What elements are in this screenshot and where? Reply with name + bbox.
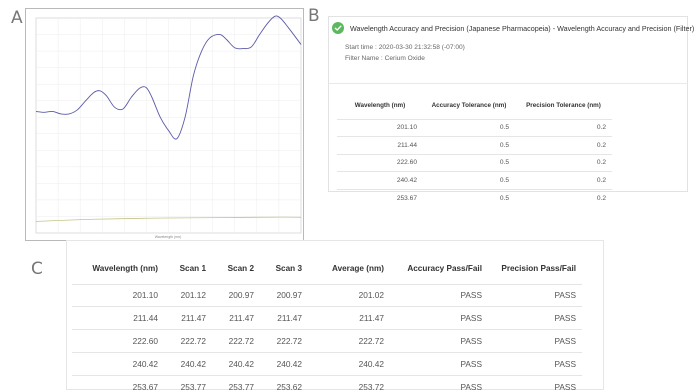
table-cell: PASS	[488, 283, 582, 307]
table-cell: 211.47	[212, 306, 260, 330]
x-axis-label: Wavelength (nm)	[155, 235, 182, 239]
table-row: 240.42 0.5 0.2	[337, 171, 612, 189]
panel-label-a: A	[11, 8, 23, 28]
table-row: 201.10 0.5 0.2	[337, 118, 612, 137]
table-cell: 201.10	[337, 118, 423, 137]
table-row: 240.42 240.42 240.42 240.42 240.42 PASS …	[72, 351, 582, 376]
check-circle-icon	[332, 22, 344, 34]
column-header: Precision Pass/Fail	[501, 263, 576, 273]
tolerance-table: Wavelength (nm) Accuracy Tolerance (nm) …	[337, 93, 612, 207]
table-cell: 211.47	[260, 306, 308, 330]
table-cell: 240.42	[308, 351, 390, 376]
table-cell: 0.2	[515, 136, 612, 154]
panel-label-b: B	[308, 6, 320, 26]
table-header-row: Wavelength (nm) Accuracy Tolerance (nm) …	[337, 93, 612, 119]
table-cell: 211.47	[308, 306, 390, 330]
table-cell: 222.72	[260, 329, 308, 353]
column-header: Wavelength (nm)	[354, 102, 406, 110]
table-cell: PASS	[488, 306, 582, 330]
table-cell: 0.2	[515, 188, 612, 207]
table-cell: PASS	[390, 283, 488, 307]
table-cell: 211.44	[72, 306, 164, 330]
table-cell: 0.5	[423, 136, 515, 154]
table-cell: 240.42	[164, 351, 212, 376]
table-row: 253.67 253.77 253.77 253.62 253.72 PASS …	[72, 374, 582, 392]
table-cell: PASS	[390, 374, 488, 392]
table-cell: 222.72	[212, 329, 260, 353]
table-cell: 222.60	[337, 153, 423, 172]
column-header: Wavelength (nm)	[92, 263, 158, 273]
panel-label-c: C	[31, 259, 43, 279]
table-header-row: Wavelength (nm) Scan 1 Scan 2 Scan 3 Ave…	[72, 253, 582, 284]
table-cell: 240.42	[72, 351, 164, 376]
column-header: Accuracy Pass/Fail	[407, 263, 482, 273]
spectrum-chart-panel: Wavelength (nm)	[25, 8, 304, 241]
column-header: Accuracy Tolerance (nm)	[431, 102, 507, 110]
table-cell: 200.97	[212, 283, 260, 307]
table-cell: 211.47	[164, 306, 212, 330]
column-header: Scan 1	[179, 263, 206, 273]
table-cell: PASS	[488, 329, 582, 353]
table-cell: PASS	[390, 329, 488, 353]
table-cell: 240.42	[212, 351, 260, 376]
table-row: 211.44 0.5 0.2	[337, 136, 612, 154]
table-cell: 253.72	[308, 374, 390, 392]
table-cell: 0.5	[423, 171, 515, 189]
table-row: 222.60 222.72 222.72 222.72 222.72 PASS …	[72, 329, 582, 353]
scan-results-table: Wavelength (nm) Scan 1 Scan 2 Scan 3 Ave…	[72, 253, 582, 392]
table-cell: 240.42	[260, 351, 308, 376]
test-title: Wavelength Accuracy and Precision (Japan…	[350, 23, 694, 33]
table-cell: 201.02	[308, 283, 390, 307]
table-cell: 240.42	[337, 171, 423, 189]
scan-results-panel: Wavelength (nm) Scan 1 Scan 2 Scan 3 Ave…	[66, 240, 604, 392]
table-cell: 222.72	[308, 329, 390, 353]
table-cell: 253.67	[72, 374, 164, 392]
table-cell: 200.97	[260, 283, 308, 307]
test-header: Wavelength Accuracy and Precision (Japan…	[332, 20, 694, 36]
table-cell: 211.44	[337, 136, 423, 154]
table-cell: 253.67	[337, 188, 423, 207]
table-cell: 201.10	[72, 283, 164, 307]
table-cell: 222.72	[164, 329, 212, 353]
column-header: Average (nm)	[331, 263, 384, 273]
table-cell: 0.2	[515, 118, 612, 137]
table-cell: PASS	[488, 351, 582, 376]
table-cell: 0.5	[423, 118, 515, 137]
table-cell: 201.12	[164, 283, 212, 307]
table-cell: 253.62	[260, 374, 308, 392]
table-cell: 0.5	[423, 153, 515, 172]
spectrum-chart: Wavelength (nm)	[35, 15, 302, 239]
column-header: Precision Tolerance (nm)	[526, 102, 601, 110]
start-time: Start time : 2020-03-30 21:32:58 (-07:00…	[345, 44, 465, 51]
table-cell: 0.5	[423, 188, 515, 207]
column-header: Scan 3	[275, 263, 302, 273]
table-cell: 0.2	[515, 153, 612, 172]
column-header: Scan 2	[227, 263, 254, 273]
table-row: 201.10 201.12 200.97 200.97 201.02 PASS …	[72, 283, 582, 307]
table-cell: PASS	[390, 306, 488, 330]
table-cell: PASS	[488, 374, 582, 392]
table-cell: 253.77	[212, 374, 260, 392]
table-row: 222.60 0.5 0.2	[337, 153, 612, 172]
table-row: 211.44 211.47 211.47 211.47 211.47 PASS …	[72, 306, 582, 330]
divider	[329, 83, 688, 84]
filter-name: Filter Name : Cerium Oxide	[345, 55, 425, 62]
test-summary-panel: Wavelength Accuracy and Precision (Japan…	[328, 16, 694, 207]
table-cell: 222.60	[72, 329, 164, 353]
table-row: 253.67 0.5 0.2	[337, 188, 612, 207]
table-cell: 253.77	[164, 374, 212, 392]
table-cell: 0.2	[515, 171, 612, 189]
table-cell: PASS	[390, 351, 488, 376]
